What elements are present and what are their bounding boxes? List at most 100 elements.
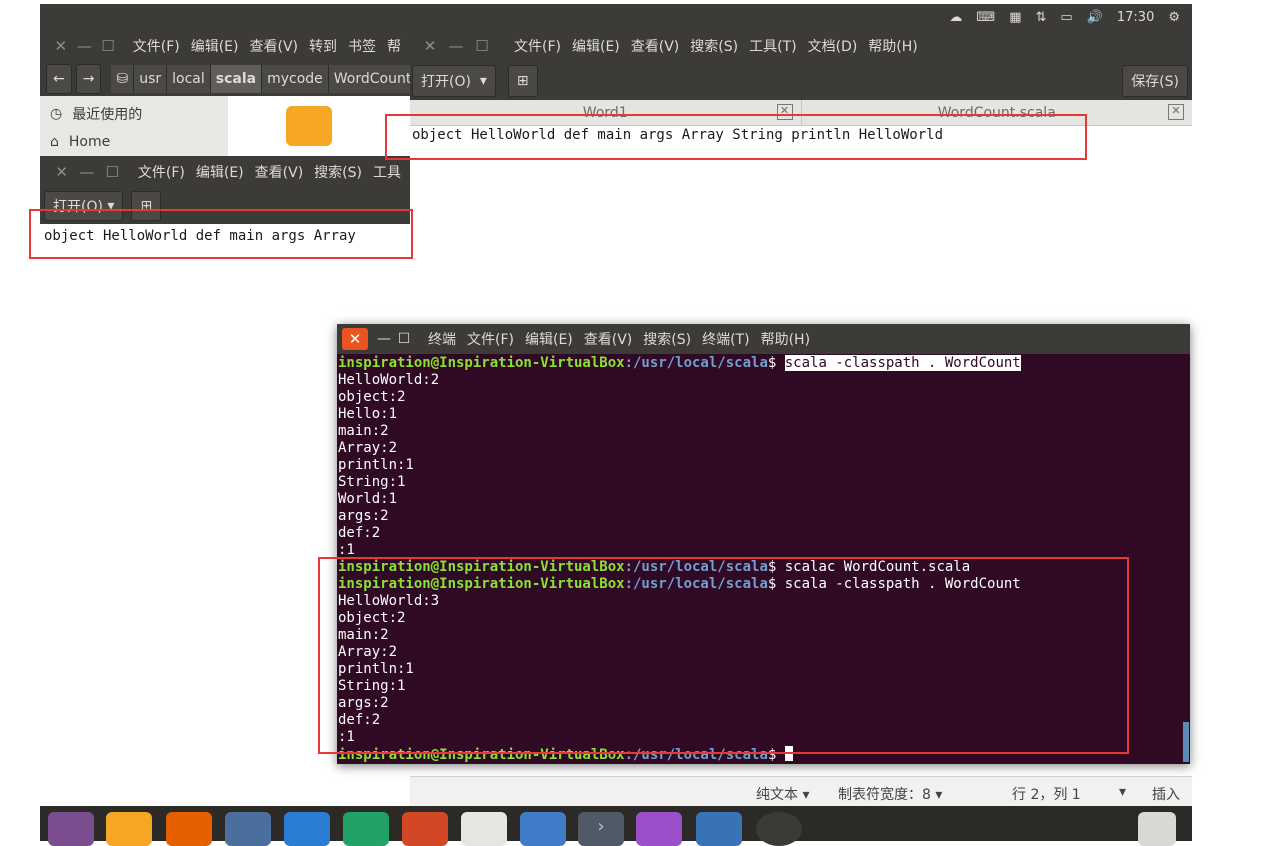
new-document-icon[interactable]: ⊞ [507,65,538,97]
menu-item[interactable]: 编辑(E) [196,165,244,181]
menu-item[interactable]: 编辑(E) [191,39,239,55]
menu-item[interactable]: 查看(V) [250,39,299,55]
breadcrumb-item[interactable]: scala [210,65,263,93]
dropdown-icon[interactable]: ▾ [1119,784,1126,800]
sidebar-item-home[interactable]: ⌂ Home [40,132,228,152]
close-icon[interactable]: ✕ [420,37,440,55]
terminal-output-line: Array:2 [338,440,398,456]
menu-item[interactable]: 文件(F) [514,39,561,55]
minimize-icon[interactable]: — [77,163,96,181]
editor-main-titlebar: ✕ — ☐ 文件(F) 编辑(E) 查看(V) 搜索(S) 工具(T) 文档(D) 帮助(H… [410,30,1192,62]
tab-width-label: 制表符宽度：8 [838,787,931,803]
network-icon[interactable]: ⇅ [1035,10,1046,25]
highlight-box [29,209,413,259]
home-icon: ⌂ [50,134,59,150]
files-titlebar: ✕ — ☐ 文件(F) 编辑(E) 查看(V) 转到 书签帮 [40,30,412,62]
menu-item[interactable]: 查看(V) [584,332,633,348]
tab-close-icon[interactable]: ✕ [1168,104,1184,120]
forward-arrow-icon[interactable]: → [75,64,102,94]
terminal-output-line: String:1 [338,474,406,490]
clock-icon: ◷ [50,106,63,122]
close-icon[interactable]: ✕ [52,163,71,181]
maximize-icon[interactable]: ☐ [394,331,414,347]
menu-item[interactable]: 文件(F) [133,39,180,55]
open-button-label: 打开(O) [421,74,471,90]
cursor-position: 行 2，列 1 [1012,787,1081,803]
minimize-icon[interactable]: — [446,37,466,55]
menu-item[interactable]: 查看(V) [255,165,304,181]
minimize-icon[interactable]: — [76,37,94,55]
keyboard-icon[interactable]: ⌨ [976,10,995,25]
terminal-scrollbar[interactable] [1183,722,1189,762]
terminal-output-line: main:2 [338,423,389,439]
menu-item[interactable]: 文件(F) [467,332,514,348]
maximize-icon[interactable]: ☐ [103,163,122,181]
menu-item[interactable]: 帮助(H) [868,39,917,55]
disk-icon[interactable]: ⛁ [111,65,135,93]
calendar-icon[interactable]: ▦ [1009,10,1021,25]
highlight-box [385,114,1087,160]
volume-icon[interactable]: 🔊 [1087,10,1103,25]
terminal-output-line: Hello:1 [338,406,398,422]
terminal-menubar: 终端 文件(F) 编辑(E) 查看(V) 搜索(S) 终端(T) 帮助(H) [428,329,821,349]
sidebar-item-label: 最近使用的 [72,107,143,123]
folder-icon[interactable] [286,106,332,146]
launcher-dock: › [40,806,1192,846]
menu-item[interactable]: 文件(F) [138,165,185,181]
language-selector[interactable]: 纯文本 ▾ [756,784,809,804]
menu-item[interactable]: 帮助(H) [761,332,810,348]
sidebar-item-label: Home [68,134,111,150]
files-menubar: 文件(F) 编辑(E) 查看(V) 转到 书签帮 [133,36,412,56]
menu-item[interactable]: 文档(D) [808,39,858,55]
save-button[interactable]: 保存(S) [1122,65,1188,97]
files-toolbar: ← → ⛁ usr local scala mycode WordCount [40,62,412,96]
weather-icon[interactable]: ☁ [949,10,962,25]
files-sidebar: ◷ 最近使用的 ⌂ Home [40,96,228,158]
clock-time[interactable]: 17:30 [1117,10,1154,25]
menu-item[interactable]: 搜索(S) [690,39,738,55]
terminal-output-line: args:2 [338,508,389,524]
editor-back-titlebar: ✕ — ☐ 文件(F) 编辑(E) 查看(V) 搜索(S) 工具 [40,156,412,188]
menu-item[interactable]: 帮 [387,39,401,55]
breadcrumb-item[interactable]: usr [134,65,168,93]
terminal-output-line: object:2 [338,389,406,405]
editor-statusbar: 纯文本 ▾ 制表符宽度：8 ▾ 行 2，列 1 ▾ 插入 [410,776,1192,806]
menu-item[interactable]: 查看(V) [631,39,680,55]
close-icon[interactable]: ✕ [52,37,70,55]
tab-width-selector[interactable]: 制表符宽度：8 ▾ [838,784,942,804]
files-window: ✕ — ☐ 文件(F) 编辑(E) 查看(V) 转到 书签帮 ← → ⛁ usr loc… [40,30,412,158]
top-panel: ☁ ⌨ ▦ ⇅ ▭ 🔊 17:30 ⚙ [40,4,1192,30]
menu-item[interactable]: 工具 [373,165,401,181]
editor-main-toolbar: 打开(O) ▾ ⊞ 保存(S) [410,62,1192,100]
insert-mode: 插入 [1152,787,1180,803]
terminal-output-line: HelloWorld:2 [338,372,440,388]
terminal-output-line: def:2 [338,525,381,541]
close-icon[interactable]: ✕ [342,328,368,350]
sidebar-item-recent[interactable]: ◷ 最近使用的 [40,96,228,132]
settings-gear-icon[interactable]: ⚙ [1168,10,1180,25]
battery-icon[interactable]: ▭ [1060,10,1072,25]
language-label: 纯文本 [756,787,798,803]
back-arrow-icon[interactable]: ← [46,64,72,94]
maximize-icon[interactable]: ☐ [99,37,117,55]
menu-item[interactable]: 工具(T) [749,39,796,55]
breadcrumb-item[interactable]: local [167,65,211,93]
menu-item[interactable]: 搜索(S) [314,165,362,181]
menu-item[interactable]: 编辑(E) [525,332,573,348]
breadcrumb-item[interactable]: mycode [262,65,329,93]
breadcrumb-item[interactable]: WordCount [328,65,412,93]
highlight-box [318,557,1129,754]
menu-item[interactable]: 终端 [428,332,456,348]
terminal-output-line: println:1 [338,457,414,473]
editor-main-menubar: 文件(F) 编辑(E) 查看(V) 搜索(S) 工具(T) 文档(D) 帮助(H) [514,36,929,56]
terminal-titlebar: ✕ — ☐ 终端 文件(F) 编辑(E) 查看(V) 搜索(S) 终端(T) 帮助(H) [337,324,1190,354]
menu-item[interactable]: 编辑(E) [572,39,620,55]
menu-item[interactable]: 终端(T) [702,332,749,348]
menu-item[interactable]: 转到 [309,39,337,55]
menu-item[interactable]: 搜索(S) [643,332,691,348]
open-button[interactable]: 打开(O) ▾ [412,65,496,97]
minimize-icon[interactable]: — [374,331,394,347]
maximize-icon[interactable]: ☐ [472,37,492,55]
menu-item[interactable]: 书签 [348,39,376,55]
editor-back-menubar: 文件(F) 编辑(E) 查看(V) 搜索(S) 工具 [138,162,412,182]
